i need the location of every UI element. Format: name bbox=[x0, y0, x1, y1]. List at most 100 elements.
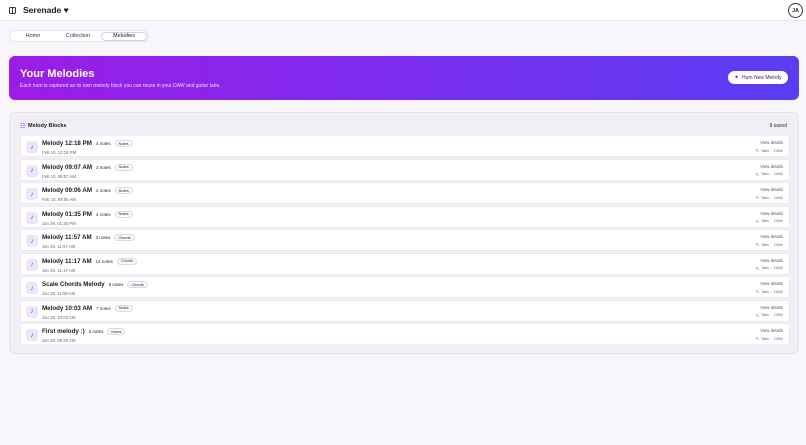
daw-link[interactable]: DAW bbox=[774, 149, 783, 153]
pen-icon: ✎ bbox=[755, 218, 759, 224]
melody-row[interactable]: ♪ Scale Chords Melody 5 notes Chords Jan… bbox=[20, 276, 790, 298]
view-details-link[interactable]: View details bbox=[760, 258, 783, 263]
view-details-link[interactable]: View details bbox=[760, 164, 783, 169]
daw-link[interactable]: DAW bbox=[774, 196, 783, 200]
melody-name: Melody 10:03 AM bbox=[42, 304, 92, 312]
avatar[interactable]: JA bbox=[788, 3, 803, 18]
view-details-link[interactable]: View details bbox=[760, 234, 783, 239]
saved-count: 9 saved bbox=[769, 123, 787, 129]
melody-name: Melody 12:18 PM bbox=[42, 140, 92, 147]
melody-row[interactable]: ♪ Melody 01:35 PM 4 notes Notes Jan 29, … bbox=[20, 205, 790, 228]
type-badge: Chords bbox=[116, 257, 138, 265]
pen-icon: ✎ bbox=[755, 242, 759, 247]
pen-icon: ✎ bbox=[755, 195, 759, 200]
row-actions: ✎ Tabs · DAW bbox=[756, 266, 783, 271]
pen-icon: ✎ bbox=[755, 148, 759, 153]
tabs-link[interactable]: Tabs bbox=[761, 337, 769, 341]
tab-home[interactable]: Home bbox=[11, 32, 55, 41]
melody-row[interactable]: ♪ Melody 10:03 AM 7 notes Notes Jan 29, … bbox=[20, 299, 790, 322]
melody-date: Feb 10, 09:06 AM bbox=[42, 197, 76, 202]
daw-link[interactable]: DAW bbox=[774, 290, 783, 294]
type-badge: Notes bbox=[107, 328, 126, 335]
note-count: 5 notes bbox=[88, 329, 104, 334]
note-count: 4 notes bbox=[95, 141, 111, 146]
row-actions: ✎ Tabs · DAW bbox=[756, 148, 783, 153]
view-details-link[interactable]: View details bbox=[760, 211, 783, 216]
tabs-link[interactable]: Tabs bbox=[761, 219, 769, 223]
tabs-link[interactable]: Tabs bbox=[761, 172, 769, 176]
melody-name: Melody 11:57 AM bbox=[42, 234, 92, 241]
row-actions: ✎ Tabs · DAW bbox=[756, 219, 783, 224]
tabs-link[interactable]: Tabs bbox=[761, 149, 769, 153]
tabs-link[interactable]: Tabs bbox=[761, 290, 769, 294]
hero-banner: Your Melodies Each hum is captured as it… bbox=[9, 56, 799, 100]
view-details-link[interactable]: View details bbox=[760, 328, 783, 333]
music-note-icon: ♪ bbox=[26, 188, 38, 200]
music-note-icon: ♪ bbox=[26, 329, 38, 341]
note-count: 2 notes bbox=[95, 188, 111, 193]
app-title-text: Serenade bbox=[23, 5, 62, 15]
sidebar-toggle-icon[interactable] bbox=[9, 7, 16, 14]
tab-collection[interactable]: Collection bbox=[55, 32, 101, 41]
tabs-link[interactable]: Tabs bbox=[761, 266, 769, 270]
melody-list: ♪ Melody 12:18 PM 4 notes Notes Feb 10, … bbox=[20, 135, 790, 347]
note-count: 2 notes bbox=[95, 164, 111, 170]
type-badge: Chords bbox=[114, 234, 135, 241]
view-details-link[interactable]: View details bbox=[760, 305, 783, 310]
hum-new-melody-button[interactable]: ✦ Hum New Melody bbox=[728, 71, 788, 84]
note-count: 3 notes bbox=[95, 235, 111, 240]
daw-link[interactable]: DAW bbox=[774, 172, 783, 176]
action-separator: · bbox=[771, 266, 773, 270]
view-details-link[interactable]: View details bbox=[760, 140, 783, 145]
action-separator: · bbox=[771, 195, 773, 200]
melody-row[interactable]: ♪ First melody :) 5 notes Notes Jan 29, … bbox=[20, 323, 790, 345]
music-note-icon: ♪ bbox=[26, 258, 38, 271]
row-actions: ✎ Tabs · DAW bbox=[756, 195, 783, 200]
melody-name: Melody 09:06 AM bbox=[42, 187, 92, 194]
action-separator: · bbox=[771, 289, 773, 294]
top-bar: Serenade ♥ JA bbox=[0, 0, 806, 21]
tab-melodies[interactable]: Melodies bbox=[101, 31, 147, 41]
tabs-link[interactable]: Tabs bbox=[761, 196, 769, 200]
note-count: 7 notes bbox=[95, 305, 111, 311]
action-separator: · bbox=[771, 172, 773, 176]
music-note-icon: ♪ bbox=[26, 305, 38, 318]
melody-blocks-panel: ☷ Melody Blocks 9 saved ♪ Melody 12:18 P… bbox=[9, 112, 799, 354]
type-badge: Notes bbox=[114, 187, 133, 194]
melody-row[interactable]: ♪ Melody 11:57 AM 3 notes Chords Jan 29,… bbox=[20, 229, 790, 251]
hum-new-melody-label: Hum New Melody bbox=[742, 74, 782, 81]
melody-row[interactable]: ♪ Melody 12:18 PM 4 notes Notes Feb 10, … bbox=[20, 135, 790, 157]
pen-icon: ✎ bbox=[755, 336, 759, 341]
view-details-link[interactable]: View details bbox=[760, 281, 783, 286]
melody-date: Feb 10, 09:07 AM bbox=[42, 173, 76, 179]
music-note-icon: ♪ bbox=[26, 282, 38, 294]
melody-date: Jan 29, 08:30 AM bbox=[42, 338, 76, 343]
music-note-icon: ♪ bbox=[26, 235, 38, 247]
pen-icon: ✎ bbox=[755, 265, 759, 271]
melody-row[interactable]: ♪ Melody 09:06 AM 2 notes Notes Feb 10, … bbox=[20, 182, 790, 204]
daw-link[interactable]: DAW bbox=[774, 337, 783, 341]
tabs-link[interactable]: Tabs bbox=[761, 243, 769, 247]
pen-icon: ✎ bbox=[755, 289, 759, 294]
daw-link[interactable]: DAW bbox=[774, 313, 783, 317]
melody-row[interactable]: ♪ Melody 11:17 AM 14 notes Chords Jan 29… bbox=[20, 252, 790, 275]
action-separator: · bbox=[771, 242, 773, 247]
daw-link[interactable]: DAW bbox=[774, 266, 783, 270]
daw-link[interactable]: DAW bbox=[774, 243, 783, 247]
melody-row[interactable]: ♪ Melody 09:07 AM 2 notes Notes Feb 10, … bbox=[20, 158, 790, 181]
row-actions: ✎ Tabs · DAW bbox=[756, 242, 783, 247]
view-details-link[interactable]: View details bbox=[760, 187, 783, 192]
page-title: Your Melodies bbox=[20, 68, 95, 80]
melody-date: Jan 29, 10:03 AM bbox=[42, 314, 76, 320]
type-badge: Notes bbox=[114, 304, 133, 312]
melody-name: Melody 11:17 AM bbox=[42, 257, 92, 265]
pen-icon: ✎ bbox=[755, 171, 759, 177]
row-actions: ✎ Tabs · DAW bbox=[756, 172, 783, 177]
row-actions: ✎ Tabs · DAW bbox=[756, 289, 783, 294]
tab-bar: Home Collection Melodies bbox=[9, 30, 149, 42]
note-count: 4 notes bbox=[95, 211, 111, 217]
daw-link[interactable]: DAW bbox=[774, 219, 783, 223]
music-note-icon: ♪ bbox=[26, 141, 38, 153]
row-actions: ✎ Tabs · DAW bbox=[756, 336, 783, 341]
tabs-link[interactable]: Tabs bbox=[761, 313, 769, 317]
